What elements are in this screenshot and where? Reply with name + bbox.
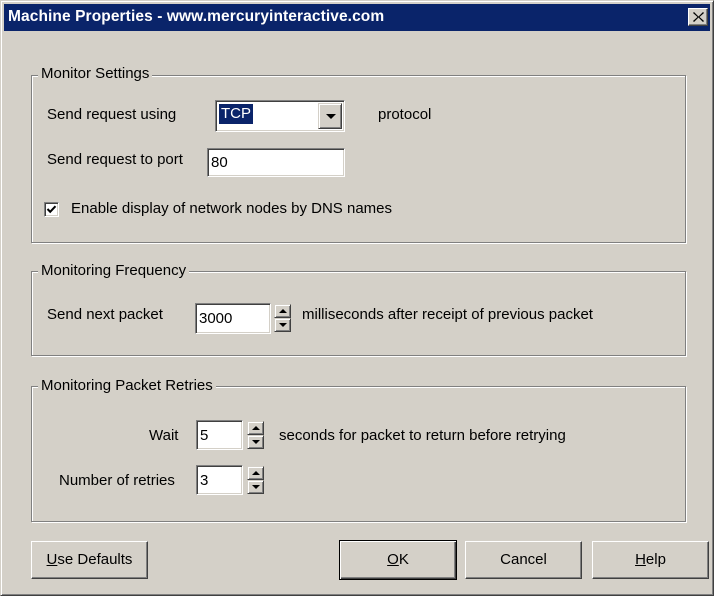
protocol-selected-value: TCP — [219, 104, 253, 124]
port-input-field[interactable] — [207, 148, 345, 177]
monitor-settings-legend: Monitor Settings — [38, 65, 153, 82]
dns-names-checkbox-label[interactable]: Enable display of network nodes by DNS n… — [71, 200, 392, 217]
port-input[interactable] — [211, 151, 341, 173]
use-defaults-label: se Defaults — [57, 551, 133, 568]
cancel-label: Cancel — [500, 551, 547, 568]
packet-interval-field[interactable] — [195, 303, 271, 334]
ok-button[interactable]: OK — [339, 540, 457, 580]
wait-seconds-up-button[interactable] — [247, 421, 264, 435]
packet-interval-input[interactable] — [199, 307, 267, 329]
arrow-up-icon — [279, 309, 287, 313]
arrow-down-icon — [252, 440, 260, 444]
retries-spinner[interactable] — [247, 466, 264, 494]
arrow-up-icon — [252, 471, 260, 475]
use-defaults-button[interactable]: Use Defaults — [31, 541, 148, 579]
wait-seconds-suffix: seconds for packet to return before retr… — [279, 427, 566, 444]
machine-properties-dialog: Machine Properties - www.mercuryinteract… — [0, 0, 714, 596]
ok-accel: O — [387, 551, 399, 568]
number-of-retries-label: Number of retries — [59, 472, 175, 489]
packet-retries-legend: Monitoring Packet Retries — [38, 377, 216, 394]
window-title: Machine Properties - www.mercuryinteract… — [8, 8, 385, 25]
chevron-down-icon — [326, 114, 336, 119]
help-label: elp — [645, 551, 666, 568]
protocol-suffix-label: protocol — [378, 106, 432, 123]
monitoring-frequency-legend: Monitoring Frequency — [38, 262, 190, 279]
protocol-combobox[interactable]: TCP — [215, 100, 345, 132]
arrow-down-icon — [252, 485, 260, 489]
wait-label: Wait — [149, 427, 179, 444]
retries-input[interactable] — [200, 469, 239, 491]
help-button[interactable]: Help — [592, 541, 709, 579]
close-icon — [693, 12, 704, 22]
retries-field[interactable] — [196, 465, 243, 495]
packet-retries-group — [31, 386, 686, 522]
packet-interval-up-button[interactable] — [274, 304, 291, 318]
wait-seconds-input[interactable] — [200, 424, 239, 446]
send-next-packet-label: Send next packet — [47, 306, 163, 323]
use-defaults-accel: U — [46, 551, 58, 568]
help-accel: H — [635, 551, 646, 568]
wait-seconds-down-button[interactable] — [247, 435, 264, 449]
close-button[interactable] — [688, 8, 708, 26]
packet-interval-suffix: milliseconds after receipt of previous p… — [302, 306, 593, 323]
retries-up-button[interactable] — [247, 466, 264, 480]
title-bar[interactable]: Machine Properties - www.mercuryinteract… — [4, 4, 710, 31]
wait-seconds-spinner[interactable] — [247, 421, 264, 449]
wait-seconds-field[interactable] — [196, 420, 243, 450]
checkmark-icon — [46, 205, 57, 214]
arrow-up-icon — [252, 426, 260, 430]
send-request-using-label: Send request using — [47, 106, 177, 123]
packet-interval-down-button[interactable] — [274, 318, 291, 332]
retries-down-button[interactable] — [247, 480, 264, 494]
protocol-dropdown-button[interactable] — [318, 103, 342, 129]
cancel-button[interactable]: Cancel — [465, 541, 582, 579]
dns-names-checkbox[interactable] — [44, 202, 59, 217]
ok-label: K — [398, 551, 409, 568]
arrow-down-icon — [279, 323, 287, 327]
send-request-port-label: Send request to port — [47, 151, 183, 168]
packet-interval-spinner[interactable] — [274, 304, 291, 332]
